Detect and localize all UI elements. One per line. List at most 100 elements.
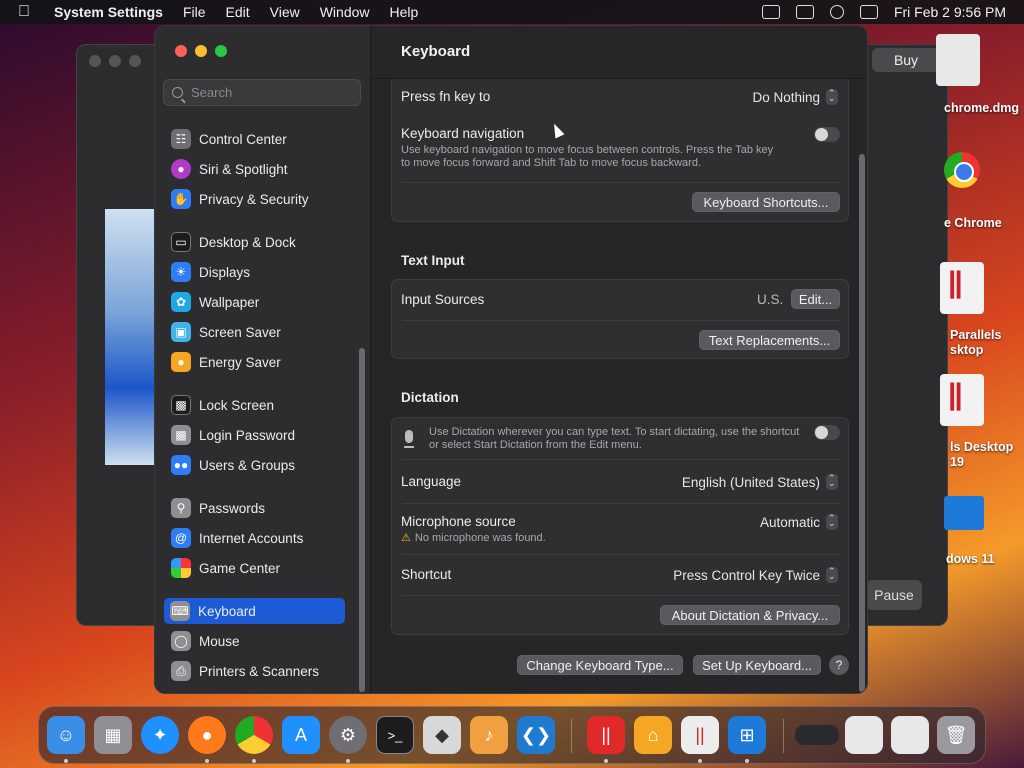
dictation-toggle[interactable] bbox=[814, 425, 840, 440]
folder-docs-icon[interactable] bbox=[845, 716, 883, 754]
set-up-keyboard-button[interactable]: Set Up Keyboard... bbox=[693, 655, 821, 675]
dictation-shortcut-select[interactable]: Press Control Key Twice bbox=[673, 566, 838, 583]
apple-menu-icon[interactable]:  bbox=[18, 3, 34, 21]
system-settings-icon[interactable]: ⚙ bbox=[329, 716, 367, 754]
input-sources-label: Input Sources bbox=[401, 292, 485, 307]
sidebar-item-siri-spotlight[interactable]: ● Siri & Spotlight bbox=[165, 156, 345, 182]
parallels-desktop-file-icon[interactable] bbox=[940, 262, 984, 314]
sidebar-scrollbar[interactable] bbox=[359, 348, 365, 692]
sidebar-item-control-center[interactable]: ☷ Control Center bbox=[165, 126, 345, 152]
sidebar-item-passwords[interactable]: ⚲ Passwords bbox=[165, 495, 345, 521]
desktop-item-label[interactable]: chrome.dmg bbox=[944, 101, 1022, 116]
search-input[interactable] bbox=[191, 85, 351, 100]
keyboard-shortcuts-button[interactable]: Keyboard Shortcuts... bbox=[692, 192, 840, 212]
dictation-language-label: Language bbox=[401, 474, 462, 489]
parallels-status-icon[interactable] bbox=[761, 5, 780, 19]
menu-app-name[interactable]: System Settings bbox=[54, 4, 163, 20]
dictation-heading: Dictation bbox=[401, 390, 459, 405]
dictation-shortcut-value: Press Control Key Twice bbox=[673, 567, 820, 583]
search-icon bbox=[172, 87, 183, 98]
fn-key-select[interactable]: Do Nothing bbox=[752, 88, 838, 105]
keyboard-navigation-toggle[interactable] bbox=[814, 127, 840, 142]
divider bbox=[402, 595, 840, 596]
buy-button[interactable]: Buy bbox=[872, 48, 940, 72]
parallels-icon[interactable]: || bbox=[587, 716, 625, 754]
terminal-icon[interactable]: >_ bbox=[376, 716, 414, 754]
microphone-source-select[interactable]: Automatic bbox=[760, 513, 838, 530]
firefox-icon[interactable]: ● bbox=[188, 716, 226, 754]
background-window-controls bbox=[89, 55, 141, 67]
hand-icon: ✋ bbox=[171, 189, 191, 209]
parallels-desktop-icon[interactable]: || bbox=[681, 716, 719, 754]
desktop-item-label[interactable]: ls Desktop 19 bbox=[950, 440, 1014, 470]
launchpad-icon[interactable]: ▦ bbox=[94, 716, 132, 754]
menu-help[interactable]: Help bbox=[390, 4, 419, 20]
fn-key-value: Do Nothing bbox=[752, 89, 820, 105]
desktop-item-label[interactable]: dows 11 bbox=[946, 552, 1024, 567]
display-mirror-icon[interactable] bbox=[795, 5, 814, 19]
menu-edit[interactable]: Edit bbox=[226, 4, 250, 20]
chrome-icon[interactable] bbox=[235, 716, 273, 754]
sidebar-item-displays[interactable]: ☀ Displays bbox=[165, 259, 345, 285]
safari-icon[interactable]: ✦ bbox=[141, 716, 179, 754]
sidebar-item-energy-saver[interactable]: ● Energy Saver bbox=[165, 349, 345, 375]
sidebar-item-users-groups[interactable]: ●● Users & Groups bbox=[165, 452, 345, 478]
vscode-icon[interactable]: ❮❯ bbox=[517, 716, 555, 754]
dictation-language-select[interactable]: English (United States) bbox=[682, 473, 838, 490]
menu-file[interactable]: File bbox=[183, 4, 206, 20]
desktop-item-label[interactable]: e Chrome bbox=[944, 216, 1024, 231]
zoom-icon[interactable] bbox=[215, 45, 227, 57]
menu-bar:  System Settings File Edit View Window … bbox=[0, 0, 1024, 24]
boot-camp-icon[interactable]: ◆ bbox=[423, 716, 461, 754]
sidebar-item-desktop-dock[interactable]: ▭ Desktop & Dock bbox=[165, 229, 345, 255]
updown-chevron-icon bbox=[826, 88, 838, 105]
trash-icon[interactable]: 🗑 bbox=[937, 716, 975, 754]
search-field[interactable] bbox=[163, 79, 361, 106]
sun-icon: ☀ bbox=[171, 262, 191, 282]
windows-icon[interactable]: ⊞ bbox=[728, 716, 766, 754]
sidebar-item-printers-scanners[interactable]: ⎙ Printers & Scanners bbox=[165, 658, 345, 684]
sidebar-item-screen-saver[interactable]: ▣ Screen Saver bbox=[165, 319, 345, 345]
padlock-icon: ▩ bbox=[171, 425, 191, 445]
sidebar-item-keyboard[interactable]: ⌨ Keyboard bbox=[164, 598, 345, 624]
close-icon[interactable] bbox=[175, 45, 187, 57]
finder-icon[interactable]: ☺ bbox=[47, 716, 85, 754]
chrome-desktop-icon[interactable] bbox=[944, 152, 980, 188]
menu-view[interactable]: View bbox=[270, 4, 300, 20]
fn-key-label: Press fn key to bbox=[401, 89, 491, 104]
windows-11-icon[interactable] bbox=[944, 496, 984, 530]
text-replacements-button[interactable]: Text Replacements... bbox=[699, 330, 840, 350]
running-indicator bbox=[205, 759, 209, 763]
minimized-window-icon[interactable] bbox=[795, 725, 839, 745]
page-title: Keyboard bbox=[401, 43, 471, 60]
input-sources-value: U.S. bbox=[757, 292, 784, 307]
pause-button[interactable]: Pause bbox=[866, 580, 922, 610]
sidebar-item-privacy-security[interactable]: ✋ Privacy & Security bbox=[165, 186, 345, 212]
change-keyboard-type-button[interactable]: Change Keyboard Type... bbox=[517, 655, 683, 675]
edit-input-sources-button[interactable]: Edit... bbox=[791, 289, 840, 309]
sidebar-item-game-center[interactable]: Game Center bbox=[165, 555, 345, 581]
sidebar-item-lock-screen[interactable]: ▩ Lock Screen bbox=[165, 392, 345, 418]
dictation-group: Use Dictation wherever you can type text… bbox=[391, 417, 849, 635]
help-button[interactable]: ? bbox=[829, 655, 849, 675]
sidebar-item-mouse[interactable]: ◯ Mouse bbox=[165, 628, 345, 654]
dmg-file-icon[interactable] bbox=[936, 34, 980, 86]
desktop-item-label[interactable]: Parallels sktop bbox=[950, 328, 1014, 358]
spotlight-search-icon[interactable] bbox=[829, 5, 844, 19]
sidebar-item-login-password[interactable]: ▩ Login Password bbox=[165, 422, 345, 448]
minimize-icon[interactable] bbox=[195, 45, 207, 57]
app-store-icon[interactable]: A bbox=[282, 716, 320, 754]
folder-docs2-icon[interactable] bbox=[891, 716, 929, 754]
content-scrollbar[interactable] bbox=[859, 154, 865, 692]
sidebar-item-label: Siri & Spotlight bbox=[199, 161, 288, 177]
menu-window[interactable]: Window bbox=[320, 4, 370, 20]
parallels-desktop-19-icon[interactable] bbox=[940, 374, 984, 426]
control-center-menu-icon[interactable] bbox=[859, 5, 878, 19]
garageband-icon[interactable]: ♪ bbox=[470, 716, 508, 754]
home-icon[interactable]: ⌂ bbox=[634, 716, 672, 754]
sidebar-item-wallpaper[interactable]: ✿ Wallpaper bbox=[165, 289, 345, 315]
dock-icon: ▭ bbox=[171, 232, 191, 252]
clock[interactable]: Fri Feb 2 9:56 PM bbox=[894, 4, 1006, 20]
sidebar-item-internet-accounts[interactable]: @ Internet Accounts bbox=[165, 525, 345, 551]
about-dictation-privacy-button[interactable]: About Dictation & Privacy... bbox=[660, 605, 840, 625]
